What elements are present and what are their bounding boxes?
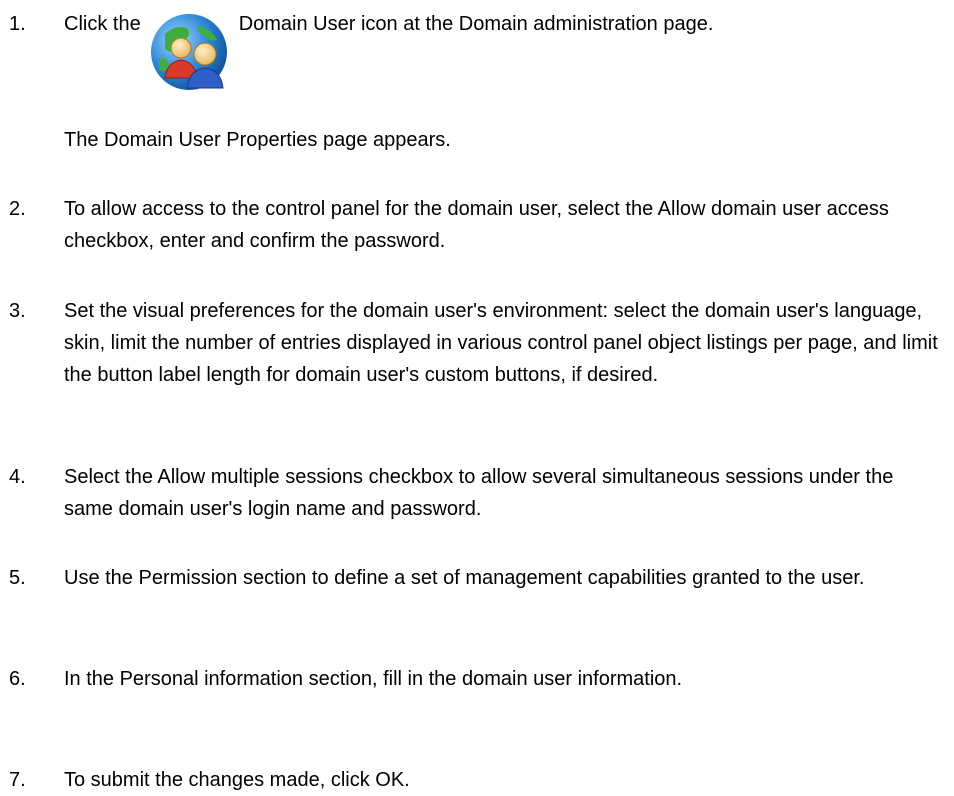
step-text-after-icon: Domain User icon at the Domain administr… bbox=[238, 13, 714, 35]
step-text: To allow access to the control panel for… bbox=[64, 198, 889, 252]
step-text: To submit the changes made, click OK. bbox=[64, 769, 410, 791]
step-number: 2. bbox=[9, 198, 26, 220]
step-number: 4. bbox=[9, 466, 26, 488]
step-text: Set the visual preferences for the domai… bbox=[64, 300, 938, 386]
step-number: 3. bbox=[9, 300, 26, 322]
step-result: The Domain User Properties page appears. bbox=[64, 129, 451, 151]
step-text: Use the Permission section to define a s… bbox=[64, 567, 865, 589]
step-text: In the Personal information section, fil… bbox=[64, 668, 683, 690]
step-number: 7. bbox=[9, 769, 26, 791]
step-text-before-icon: Click the bbox=[64, 13, 141, 35]
step-number: 6. bbox=[9, 668, 26, 690]
step-text: Click the Domain User icon at the Domain… bbox=[64, 8, 944, 94]
domain-user-icon bbox=[145, 8, 237, 94]
step-text: Select the Allow multiple sessions check… bbox=[64, 466, 894, 520]
step-number: 1. bbox=[9, 13, 26, 35]
step-number: 5. bbox=[9, 567, 26, 589]
